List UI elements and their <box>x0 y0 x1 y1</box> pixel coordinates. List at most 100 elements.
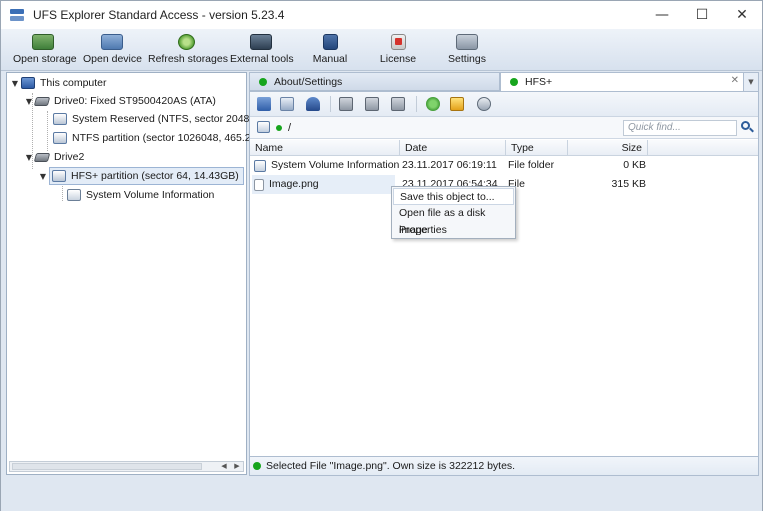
open-device-button[interactable]: Open device <box>83 32 142 65</box>
storage-tree: ▼ This computer ▼ Drive0: Fixed ST950042… <box>6 72 272 475</box>
title-bar: UFS Explorer Standard Access - version 5… <box>1 1 762 29</box>
scroll-left-icon[interactable]: ◀ <box>218 462 230 471</box>
tree-item-label: HFS+ partition (sector 64, 14.43GB) <box>71 170 239 182</box>
hard-drive-icon <box>33 152 51 162</box>
hard-drive-icon <box>33 96 51 106</box>
quick-find-input[interactable]: Quick find... <box>623 120 737 136</box>
partition-icon <box>53 132 67 144</box>
status-dot-icon <box>259 77 267 86</box>
column-size[interactable]: Size <box>568 140 648 156</box>
scroll-right-icon[interactable]: ▶ <box>231 462 243 471</box>
status-bar: Selected File "Image.png". Own size is 3… <box>249 456 759 476</box>
tab-label: About/Settings <box>274 75 343 88</box>
menu-item-properties[interactable]: Properties <box>393 222 514 239</box>
file-name: System Volume Information <box>271 159 400 171</box>
folder-icon <box>67 189 81 201</box>
app-window: UFS Explorer Standard Access - version 5… <box>0 0 763 511</box>
external-tools-button[interactable]: External tools <box>230 32 294 65</box>
settings-icon <box>456 34 478 50</box>
tab-hfs[interactable]: HFS+ ✕ ▼ <box>500 72 759 92</box>
status-text: Selected File "Image.png". Own size is 3… <box>266 460 516 472</box>
menu-item-open-as-disk-image[interactable]: Open file as a disk image <box>393 205 514 236</box>
collapse-arrow-icon[interactable]: ▼ <box>37 172 49 181</box>
license-button[interactable]: License <box>378 32 418 65</box>
window-title: UFS Explorer Standard Access - version 5… <box>33 8 285 22</box>
scrollbar-thumb[interactable] <box>12 463 202 470</box>
tree-horizontal-scrollbar[interactable]: ◀ ▶ <box>9 461 244 472</box>
tree-item-system-reserved[interactable]: System Reserved (NTFS, sector 2048, 0.4 <box>53 110 270 128</box>
status-dot-icon <box>253 462 261 470</box>
file-icon <box>254 178 264 191</box>
save-icon[interactable] <box>257 97 271 111</box>
tree-item-label: Drive0: Fixed ST9500420AS (ATA) <box>54 95 216 107</box>
computer-icon <box>21 77 35 89</box>
current-path: / <box>288 122 292 134</box>
license-label: License <box>379 53 417 65</box>
open-storage-button[interactable]: Open storage <box>13 32 77 65</box>
add-icon[interactable] <box>426 97 440 111</box>
tree-item-system-volume-information[interactable]: System Volume Information <box>67 186 214 204</box>
status-dot-icon <box>510 78 518 86</box>
column-header: Name Date Type Size <box>250 140 758 156</box>
column-date[interactable]: Date <box>400 140 506 156</box>
refresh-storages-button[interactable]: Refresh storages <box>148 32 228 65</box>
settings-button[interactable]: Settings <box>447 32 487 65</box>
status-dot-icon <box>276 125 282 131</box>
tree-selection: HFS+ partition (sector 64, 14.43GB) <box>49 167 244 185</box>
export-icon[interactable] <box>450 97 464 111</box>
tree-item-ntfs-partition[interactable]: NTFS partition (sector 1026048, 465.26GE <box>53 129 272 147</box>
open-device-label: Open device <box>83 53 142 65</box>
browser-toolbar <box>250 92 758 117</box>
open-storage-icon <box>32 34 54 50</box>
search-button[interactable] <box>739 120 756 136</box>
select-all-icon[interactable] <box>339 97 353 111</box>
file-browser: / Quick find... Name Date Type Size Syst… <box>249 91 759 476</box>
path-bar: / Quick find... <box>250 117 758 139</box>
tree-item-label: System Reserved (NTFS, sector 2048, 0.4 <box>72 113 270 125</box>
manual-button[interactable]: Manual <box>310 32 350 65</box>
main-toolbar: Open storage Open device Refresh storage… <box>1 29 762 71</box>
tree-item-label: System Volume Information <box>86 189 215 201</box>
close-button[interactable]: ✕ <box>722 1 762 29</box>
tree-item-drive0[interactable]: ▼ Drive0: Fixed ST9500420AS (ATA) <box>23 92 216 110</box>
license-icon <box>390 34 406 50</box>
binary-view-icon[interactable] <box>280 97 294 111</box>
refresh-icon <box>177 34 195 50</box>
partition-icon <box>53 113 67 125</box>
tree-item-hfs-partition[interactable]: ▼ HFS+ partition (sector 64, 14.43GB) <box>37 167 244 185</box>
partition-icon <box>52 170 66 182</box>
deselect-icon[interactable] <box>391 97 405 111</box>
tree-item-this-computer[interactable]: ▼ This computer <box>9 74 107 92</box>
column-type[interactable]: Type <box>506 140 568 156</box>
file-type: File folder <box>508 159 555 171</box>
app-logo-icon <box>9 7 25 23</box>
tree-item-drive2[interactable]: ▼ Drive2 <box>23 148 84 166</box>
tab-strip: About/Settings HFS+ ✕ ▼ <box>249 72 759 92</box>
tree-item-label: NTFS partition (sector 1026048, 465.26GE <box>72 132 272 144</box>
minimize-button[interactable]: — <box>642 1 682 29</box>
external-tools-label: External tools <box>230 53 294 65</box>
file-row[interactable]: System Volume Information 23.11.2017 06:… <box>250 156 758 175</box>
open-storage-label: Open storage <box>13 53 77 65</box>
partition-icon <box>257 121 270 133</box>
file-size: 315 KB <box>611 178 646 190</box>
path-field[interactable]: / <box>276 120 620 136</box>
tab-menu-icon[interactable]: ▼ <box>743 73 758 92</box>
external-tools-icon <box>250 34 272 50</box>
tab-label: HFS+ <box>525 76 553 88</box>
column-name[interactable]: Name <box>250 140 400 156</box>
find-icon[interactable] <box>306 97 320 111</box>
settings-label: Settings <box>448 53 486 65</box>
select-icon[interactable] <box>365 97 379 111</box>
file-type: File <box>508 178 525 190</box>
tab-about-settings[interactable]: About/Settings <box>249 72 500 91</box>
disk-icon[interactable] <box>477 97 491 111</box>
file-date: 23.11.2017 06:19:11 <box>402 159 497 171</box>
refresh-storages-label: Refresh storages <box>148 53 228 65</box>
collapse-arrow-icon[interactable]: ▼ <box>9 79 21 88</box>
tree-item-label: This computer <box>40 77 107 89</box>
file-name: Image.png <box>269 178 319 190</box>
tab-close-icon[interactable]: ✕ <box>731 75 739 86</box>
menu-item-save-object[interactable]: Save this object to... <box>393 188 514 205</box>
maximize-button[interactable]: ☐ <box>682 1 722 29</box>
